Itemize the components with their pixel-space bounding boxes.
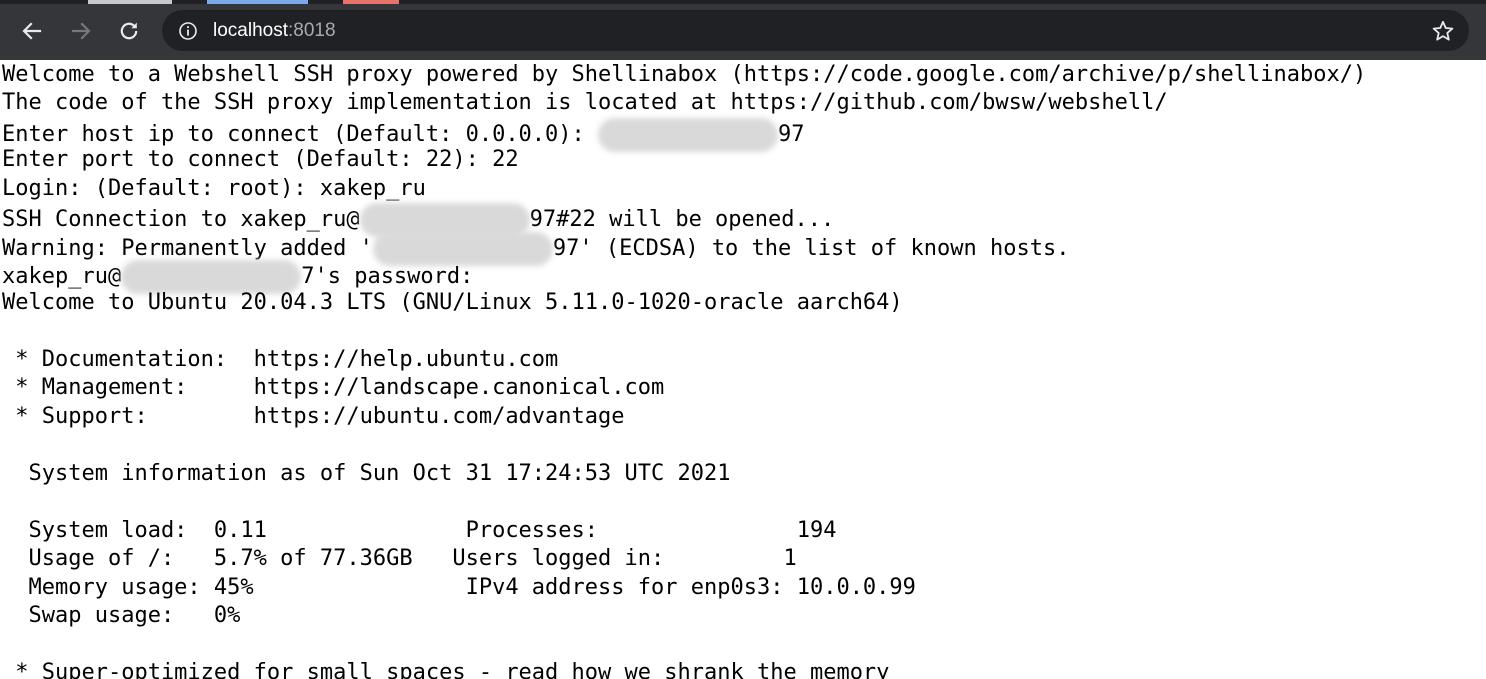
back-button[interactable] xyxy=(13,12,51,50)
terminal-line-login-prompt: Login: (Default: root): xakep_ru xyxy=(2,176,426,201)
terminal-line-system-info-header: System information as of Sun Oct 31 17:2… xyxy=(2,461,731,486)
terminal-line-ssh-connection: SSH Connection to xakep_ru@ 97#22 will be… xyxy=(2,203,835,237)
terminal-line-ubuntu-welcome: Welcome to Ubuntu 20.04.3 LTS (GNU/Linux… xyxy=(2,290,903,315)
terminal-line-source-info: The code of the SSH proxy implementation… xyxy=(2,90,1168,115)
url-port: :8018 xyxy=(288,20,336,41)
terminal-line-host-prompt: Enter host ip to connect (Default: 0.0.0… xyxy=(2,118,805,152)
terminal-line-system-load: System load: 0.11 Processes: 194 xyxy=(2,518,837,543)
tab-active[interactable] xyxy=(207,0,308,4)
arrow-left-icon xyxy=(22,22,42,40)
warning-suffix: 97' (ECDSA) to the list of known hosts. xyxy=(552,236,1070,261)
tab[interactable] xyxy=(343,0,399,4)
url-host: localhost xyxy=(213,20,288,41)
terminal-line-management: * Management: https://landscape.canonica… xyxy=(2,375,665,400)
terminal-line-password-prompt: xakep_ru@ 7's password: xyxy=(2,260,474,294)
forward-button[interactable] xyxy=(62,12,100,50)
terminal-line-disk-usage: Usage of /: 5.7% of 77.36GB Users logged… xyxy=(2,546,797,571)
reload-icon xyxy=(120,22,138,40)
reload-button[interactable] xyxy=(110,12,148,50)
password-prompt-suffix: 7's password: xyxy=(301,264,474,289)
info-circle-icon[interactable] xyxy=(178,21,198,41)
terminal-line-memory-usage: Memory usage: 45% IPv4 address for enp0s… xyxy=(2,575,916,600)
star-outline-icon[interactable] xyxy=(1431,19,1455,43)
terminal-line-proxy-banner: Welcome to a Webshell SSH proxy powered … xyxy=(2,62,1367,87)
password-prompt-prefix: xakep_ru@ xyxy=(2,264,122,289)
address-bar[interactable]: localhost:8018 xyxy=(162,10,1469,51)
terminal-line-known-hosts-warning: Warning: Permanently added ' 97' (ECDSA) … xyxy=(2,232,1070,266)
browser-toolbar: localhost:8018 xyxy=(0,0,1486,60)
terminal-line-port-prompt: Enter port to connect (Default: 22): 22 xyxy=(2,147,519,172)
terminal-line-support: * Support: https://ubuntu.com/advantage xyxy=(2,404,625,429)
ssh-connection-suffix: 97#22 will be opened... xyxy=(529,207,835,232)
terminal-line-swap-usage: Swap usage: 0% xyxy=(2,603,241,628)
tab[interactable] xyxy=(88,0,172,4)
host-prompt-text: Enter host ip to connect (Default: 0.0.0… xyxy=(2,122,599,147)
ssh-connection-prefix: SSH Connection to xakep_ru@ xyxy=(2,207,360,232)
arrow-right-icon xyxy=(71,22,91,40)
tab-strip xyxy=(0,0,1486,4)
host-ip-tail: 97 xyxy=(778,122,805,147)
warning-prefix: Warning: Permanently added ' xyxy=(2,236,373,261)
terminal-output[interactable]: Welcome to a Webshell SSH proxy powered … xyxy=(0,61,1486,679)
terminal-line-optimization-tip: * Super-optimized for small spaces - rea… xyxy=(2,660,890,679)
terminal-line-documentation: * Documentation: https://help.ubuntu.com xyxy=(2,347,559,372)
url-text[interactable]: localhost:8018 xyxy=(213,20,336,42)
redacted-ip xyxy=(598,118,779,152)
